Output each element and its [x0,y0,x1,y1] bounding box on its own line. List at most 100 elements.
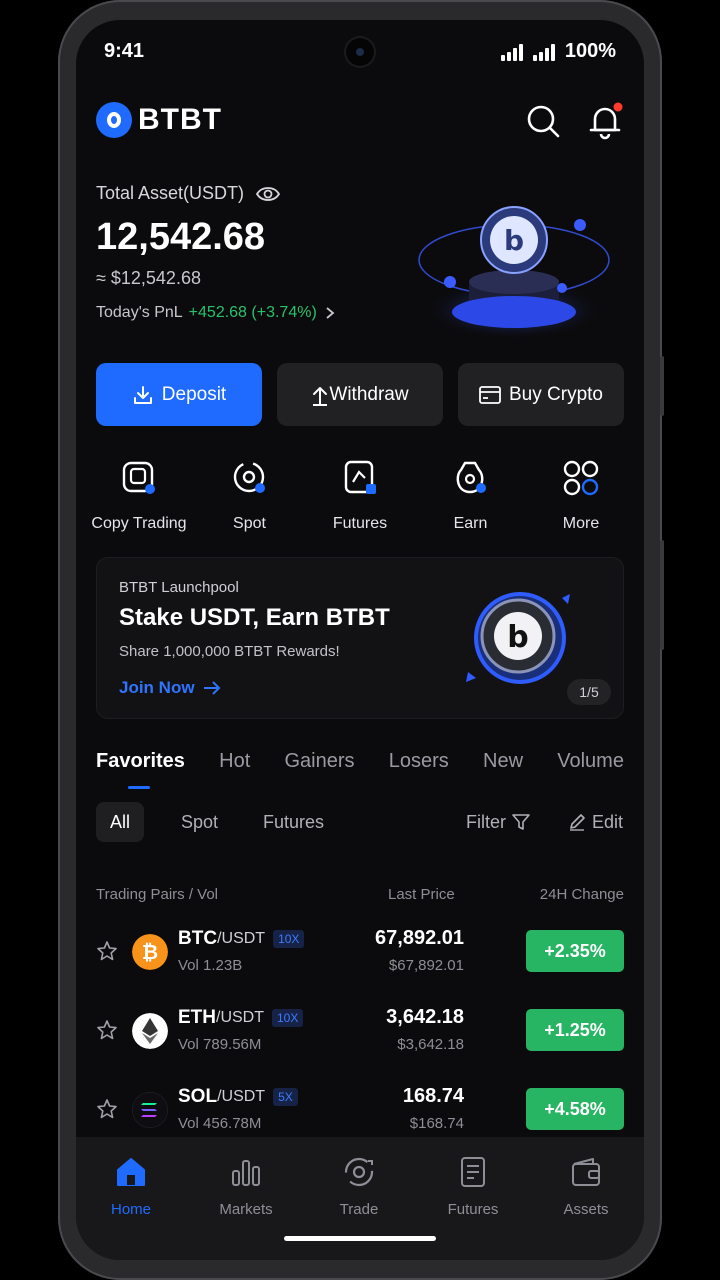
change-badge[interactable]: +1.25% [526,1009,624,1051]
nav-markets[interactable]: Markets [201,1155,291,1218]
edit-pencil-icon [570,814,585,831]
earn-icon [456,461,486,494]
futures-icon [344,460,376,494]
shortcut-more[interactable]: More [526,458,636,533]
power-button [660,540,664,650]
market-subtabs: All Spot Futures Filter Edit [96,802,624,842]
tab-gainers[interactable]: Gainers [285,750,355,773]
status-time: 9:41 [104,40,145,62]
market-row-btc[interactable]: ₿ BTC /USDT 10X Vol 1.23B 67,892.01 $67,… [96,910,624,989]
leverage-badge: 5X [273,1088,298,1106]
chevron-right-icon [326,307,335,319]
shortcut-futures[interactable]: Futures [305,458,415,533]
ethereum-icon [132,1013,168,1049]
app-screen: 9:41 100% BTBT Total Asset(USDT) 12,542.… [76,20,644,1260]
subtab-all[interactable]: All [96,802,145,842]
buy-crypto-button[interactable]: Buy Crypto [458,363,624,426]
shortcut-earn[interactable]: Earn [416,458,526,533]
btbt-coin-illustration: b [466,592,570,684]
col-change: 24H Change [539,886,624,903]
upload-icon [313,386,328,406]
spot-icon [233,461,265,493]
shortcut-spot[interactable]: Spot [195,458,305,533]
change-badge[interactable]: +4.58% [526,1088,624,1130]
nav-assets[interactable]: Assets [541,1155,631,1218]
withdraw-label: Withdraw [329,383,409,405]
bitcoin-icon: ₿ [132,934,168,970]
last-price-fiat: $3,642.18 [397,1036,464,1053]
star-icon[interactable] [96,940,118,962]
brand-name: BTBT [138,103,222,136]
trade-icon [344,1157,374,1187]
market-row-sol[interactable]: SOL /USDT 5X Vol 456.78M 168.74 $168.74 … [96,1068,624,1147]
tab-volume[interactable]: Volume [557,750,624,773]
volume-up-button [660,356,664,416]
todays-pnl[interactable]: Today's PnL +452.68 (+3.74%) [96,304,337,322]
pnl-value: +452.68 (+3.74%) [188,304,317,321]
pair-base: SOL [178,1086,218,1107]
pair-quote: /USDT [217,1088,266,1105]
nav-trade[interactable]: Trade [314,1155,404,1218]
last-price-fiat: $168.74 [409,1115,464,1132]
deposit-button[interactable]: Deposit [96,363,262,426]
more-icon [563,460,599,496]
buy-crypto-label: Buy Crypto [509,383,603,405]
last-price: 168.74 [402,1085,464,1107]
status-bar: 9:41 100% [76,38,644,68]
market-row-eth[interactable]: ETH /USDT 10X Vol 789.56M 3,642.18 $3,64… [96,989,624,1068]
pair-volume: Vol 456.78M [178,1115,262,1132]
svg-text:b: b [504,224,524,257]
search-icon[interactable] [524,102,562,140]
total-asset-fiat: ≈ $12,542.68 [96,268,201,288]
launchpool-banner[interactable]: BTBT Launchpool Stake USDT, Earn BTBT Sh… [96,557,624,719]
nav-home[interactable]: Home [86,1155,176,1218]
solana-icon [132,1092,168,1128]
pair-volume: Vol 789.56M [178,1036,262,1053]
filter-icon [512,814,530,830]
pair-base: BTC [178,928,218,949]
col-price: Last Price [388,886,455,903]
home-icon [117,1158,145,1186]
star-icon[interactable] [96,1098,118,1120]
total-asset-label: Total Asset(USDT) [96,183,245,203]
brand-logo-icon [96,102,132,138]
notification-bell-icon[interactable] [586,102,624,140]
home-indicator [284,1236,436,1241]
download-icon [133,385,152,404]
arrow-right-icon [203,681,220,695]
withdraw-button[interactable]: Withdraw [277,363,443,426]
edit-button[interactable]: Edit [568,802,623,842]
filter-button[interactable]: Filter [466,802,530,842]
last-price-fiat: $67,892.01 [388,957,464,974]
bottom-navigation: Home Markets Trade Futures Assets [76,1137,644,1260]
svg-text:₿: ₿ [142,940,158,964]
change-badge[interactable]: +2.35% [526,930,624,972]
shortcut-copy-trading[interactable]: Copy Trading [84,458,194,533]
svg-text:b: b [507,620,528,655]
cellular-signal-icon [532,43,555,61]
copy-trading-icon [122,461,155,494]
star-icon[interactable] [96,1019,118,1041]
market-list: ₿ BTC /USDT 10X Vol 1.23B 67,892.01 $67,… [96,910,624,1147]
subtab-spot[interactable]: Spot [181,802,218,842]
eye-icon[interactable] [256,186,281,202]
shortcut-row: Copy Trading Spot Futures Earn More [84,458,636,533]
join-now-link[interactable]: Join Now [119,678,221,698]
nav-futures[interactable]: Futures [428,1155,518,1218]
tab-favorites[interactable]: Favorites [96,750,185,789]
banner-subtitle: BTBT Launchpool [119,579,239,596]
leverage-badge: 10X [273,930,305,948]
total-asset-value: 12,542.68 [96,216,266,258]
brand-logo: BTBT [96,102,222,138]
subtab-futures[interactable]: Futures [263,802,324,842]
wifi-signal-icon [500,43,523,61]
notification-dot [613,102,623,112]
col-pair: Trading Pairs / Vol [96,886,218,903]
pair-quote: /USDT [216,1009,264,1026]
deposit-label: Deposit [161,383,227,405]
tab-losers[interactable]: Losers [389,750,449,773]
tab-new[interactable]: New [483,750,523,773]
tab-hot[interactable]: Hot [219,750,250,773]
bar-chart-icon [232,1160,260,1186]
last-price: 3,642.18 [386,1006,464,1028]
